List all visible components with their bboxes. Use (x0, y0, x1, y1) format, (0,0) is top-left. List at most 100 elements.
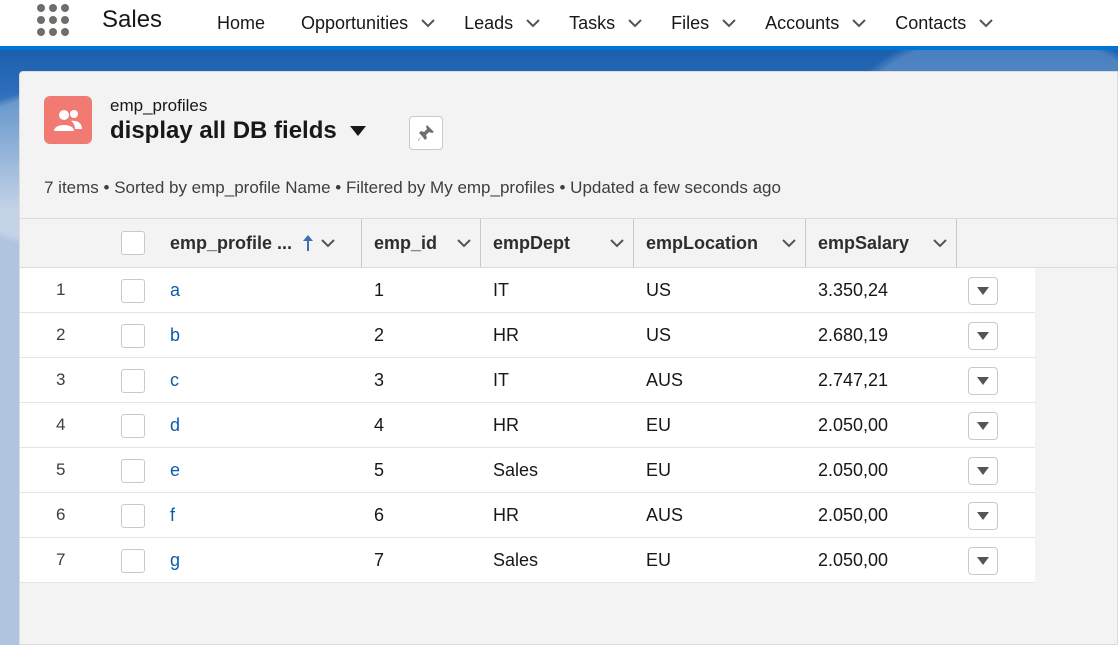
emp-salary-cell: 3.350,24 (818, 279, 889, 300)
record-name-link[interactable]: g (170, 538, 180, 582)
list-view-card: emp_profiles display all DB fields 7 ite… (19, 71, 1118, 645)
emp-dept-cell: IT (493, 279, 509, 300)
object-label: emp_profiles (110, 96, 208, 115)
nav-item-label: Tasks (569, 12, 616, 33)
column-header-name[interactable]: emp_profile ... (170, 219, 362, 267)
emp-location-cell: US (646, 279, 672, 300)
pin-list-view-button[interactable] (409, 116, 443, 150)
record-name-link[interactable]: a (170, 268, 180, 312)
nav-item-opportunities[interactable]: Opportunities (301, 3, 436, 43)
emp-dept-cell: Sales (493, 549, 539, 570)
chevron-down-icon[interactable] (420, 15, 436, 31)
emp-id-cell: 7 (374, 549, 385, 570)
chevron-down-icon[interactable] (456, 235, 472, 251)
nav-item-contacts[interactable]: Contacts (895, 3, 994, 43)
row-number-cell: 5 (56, 460, 66, 479)
row-select-checkbox[interactable] (121, 504, 145, 528)
global-header: Sales Home Opportunities Leads Tasks Files Ac… (0, 0, 1118, 46)
chevron-down-icon[interactable] (781, 235, 797, 251)
list-view-switcher[interactable]: display all DB fields (110, 117, 367, 145)
emp-id-cell: 4 (374, 414, 385, 435)
app-launcher-icon[interactable] (36, 3, 70, 37)
row-actions-button[interactable] (968, 547, 998, 575)
row-actions-button[interactable] (968, 457, 998, 485)
table-row: 5 e 5 Sales EU 2.050,00 (20, 448, 1035, 493)
chevron-down-icon[interactable] (721, 15, 737, 31)
emp-salary-cell: 2.050,00 (818, 549, 889, 570)
emp-id-cell: 1 (374, 279, 385, 300)
row-select-checkbox[interactable] (121, 324, 145, 348)
row-select-checkbox[interactable] (121, 459, 145, 483)
emp-salary-cell: 2.050,00 (818, 459, 889, 480)
emp-id-cell: 6 (374, 504, 385, 525)
row-number-cell: 2 (56, 325, 66, 344)
row-select-checkbox[interactable] (121, 549, 145, 573)
pin-icon (418, 125, 434, 141)
chevron-down-icon[interactable] (320, 235, 336, 251)
emp-salary-cell: 2.680,19 (818, 324, 889, 345)
row-actions-button[interactable] (968, 502, 998, 530)
sort-ascending-icon (303, 235, 314, 251)
emp-location-cell: AUS (646, 369, 684, 390)
row-actions-button[interactable] (968, 412, 998, 440)
records-table: emp_profile ... emp_id empDept empLocati… (20, 218, 1117, 583)
record-name-link[interactable]: d (170, 403, 180, 447)
column-header-emp-id[interactable]: emp_id (362, 219, 481, 267)
list-view-meta: 7 items • Sorted by emp_profile Name • F… (44, 178, 781, 197)
chevron-down-icon[interactable] (609, 235, 625, 251)
nav-item-label: Opportunities (301, 12, 409, 33)
nav-item-label: Contacts (895, 12, 967, 33)
emp-location-cell: AUS (646, 504, 684, 525)
record-name-link[interactable]: c (170, 358, 179, 402)
table-row: 7 g 7 Sales EU 2.050,00 (20, 538, 1035, 583)
caret-down-icon (977, 287, 989, 295)
nav-item-leads[interactable]: Leads (464, 3, 541, 43)
record-name-link[interactable]: e (170, 448, 180, 492)
nav-item-accounts[interactable]: Accounts (765, 3, 867, 43)
emp-salary-cell: 2.050,00 (818, 504, 889, 525)
column-header-emp-salary[interactable]: empSalary (806, 219, 957, 267)
chevron-down-icon[interactable] (851, 15, 867, 31)
nav-item-label: Files (671, 12, 710, 33)
nav-item-files[interactable]: Files (671, 3, 737, 43)
chevron-down-icon[interactable] (932, 235, 948, 251)
emp-id-cell: 5 (374, 459, 385, 480)
column-header-emp-location[interactable]: empLocation (634, 219, 806, 267)
select-all-checkbox[interactable] (121, 231, 145, 255)
emp-dept-cell: HR (493, 504, 519, 525)
chevron-down-icon[interactable] (978, 15, 994, 31)
record-name-link[interactable]: f (170, 493, 175, 537)
record-name-link[interactable]: b (170, 313, 180, 357)
emp-salary-cell: 2.050,00 (818, 414, 889, 435)
table-row: 6 f 6 HR AUS 2.050,00 (20, 493, 1035, 538)
caret-down-icon (977, 422, 989, 430)
emp-location-cell: EU (646, 414, 672, 435)
table-row: 2 b 2 HR US 2.680,19 (20, 313, 1035, 358)
nav-item-tasks[interactable]: Tasks (569, 3, 643, 43)
table-row: 3 c 3 IT AUS 2.747,21 (20, 358, 1035, 403)
caret-down-icon (977, 377, 989, 385)
emp-location-cell: EU (646, 549, 672, 570)
row-number-cell: 3 (56, 370, 66, 389)
emp-id-cell: 2 (374, 324, 385, 345)
chevron-down-icon[interactable] (627, 15, 643, 31)
app-name: Sales (102, 6, 163, 33)
emp-dept-cell: Sales (493, 459, 539, 480)
table-row: 1 a 1 IT US 3.350,24 (20, 268, 1035, 313)
row-actions-button[interactable] (968, 367, 998, 395)
emp-id-cell: 3 (374, 369, 385, 390)
row-select-checkbox[interactable] (121, 369, 145, 393)
row-actions-button[interactable] (968, 322, 998, 350)
nav-item-home[interactable]: Home (217, 3, 265, 43)
column-header-emp-dept[interactable]: empDept (481, 219, 634, 267)
nav-item-label: Leads (464, 12, 514, 33)
emp-location-cell: EU (646, 459, 672, 480)
row-actions-button[interactable] (968, 277, 998, 305)
chevron-down-icon[interactable] (525, 15, 541, 31)
row-number-cell: 6 (56, 505, 66, 524)
row-select-checkbox[interactable] (121, 279, 145, 303)
row-select-checkbox[interactable] (121, 414, 145, 438)
row-number-cell: 4 (56, 415, 66, 434)
caret-down-icon (977, 332, 989, 340)
nav-bar: Home Opportunities Leads Tasks Files Accounts… (217, 0, 1022, 46)
